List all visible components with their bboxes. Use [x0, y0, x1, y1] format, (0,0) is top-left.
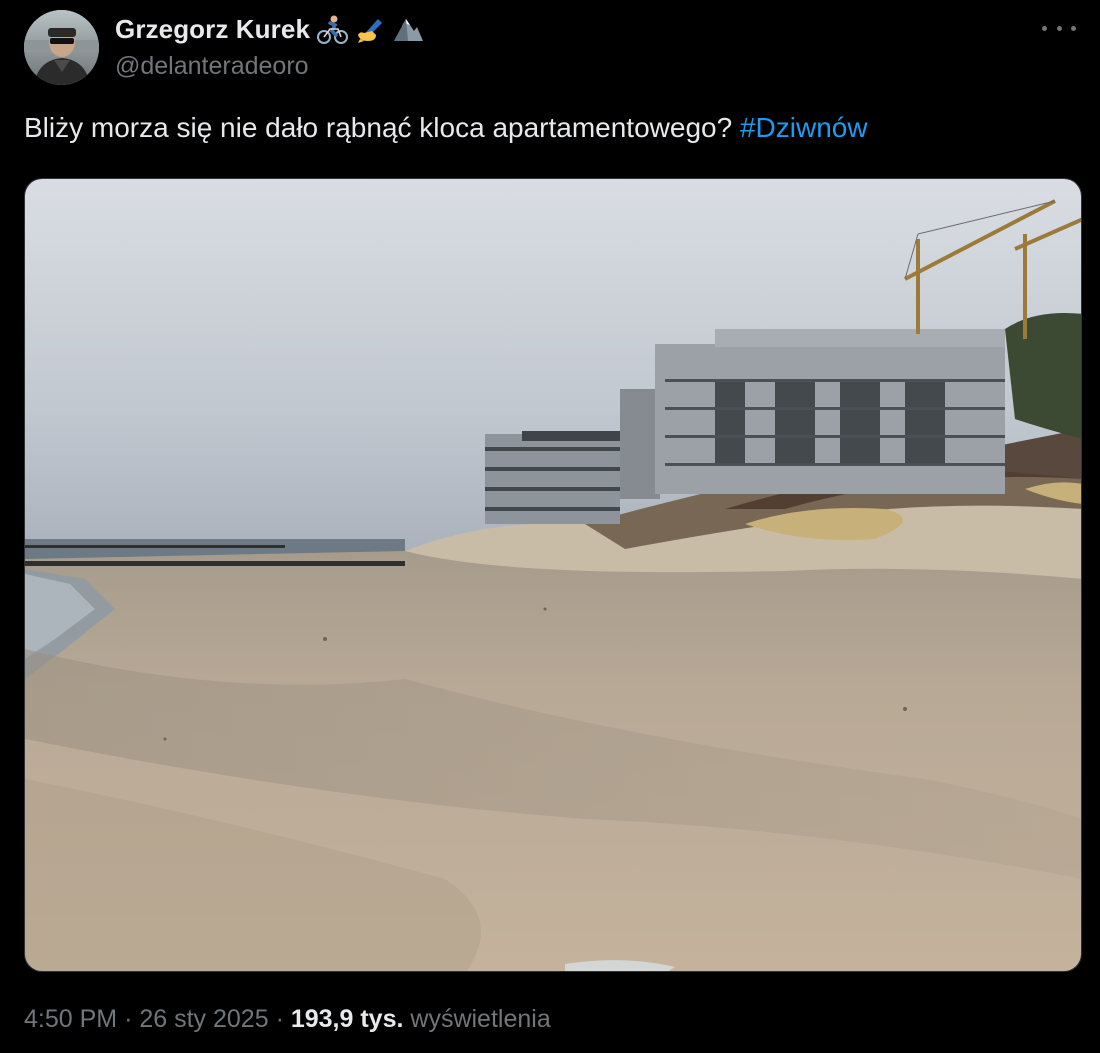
views-count: 193,9 tys.	[290, 1005, 404, 1033]
views-label: wyświetlenia	[410, 1005, 551, 1033]
hashtag-link[interactable]: #Dziwnów	[740, 112, 868, 143]
tweet-text: Bliży morza się nie dało rąbnąć kloca ap…	[24, 112, 868, 144]
display-name[interactable]: Grzegorz Kurek	[115, 14, 310, 45]
tweet-date[interactable]: 26 sty 2025	[139, 1005, 268, 1033]
dot	[1056, 25, 1062, 31]
writing-hand-icon	[354, 13, 386, 45]
tweet-photo[interactable]	[24, 178, 1082, 972]
tweet-header: Grzegorz Kurek @delanteradeoro	[24, 8, 1076, 85]
cyclist-icon	[316, 13, 349, 45]
mountain-icon	[392, 13, 424, 45]
beach-photo	[25, 179, 1081, 971]
author-handle[interactable]: @delanteradeoro	[115, 52, 424, 81]
author-names: Grzegorz Kurek @delanteradeoro	[115, 10, 424, 81]
dot	[1042, 25, 1047, 31]
tweet-body: Bliży morza się nie dało rąbnąć kloca ap…	[24, 112, 733, 143]
separator: ·	[124, 1005, 133, 1033]
display-name-row: Grzegorz Kurek	[115, 10, 424, 48]
avatar[interactable]	[24, 10, 99, 85]
tweet-metadata: 4:50 PM · 26 sty 2025 · 193,9 tys. wyświ…	[24, 1005, 551, 1034]
separator: ·	[275, 1005, 284, 1033]
avatar-image	[24, 10, 99, 85]
dot	[1071, 25, 1076, 31]
tweet-time[interactable]: 4:50 PM	[24, 1005, 117, 1033]
more-options-icon[interactable]	[1042, 18, 1076, 38]
